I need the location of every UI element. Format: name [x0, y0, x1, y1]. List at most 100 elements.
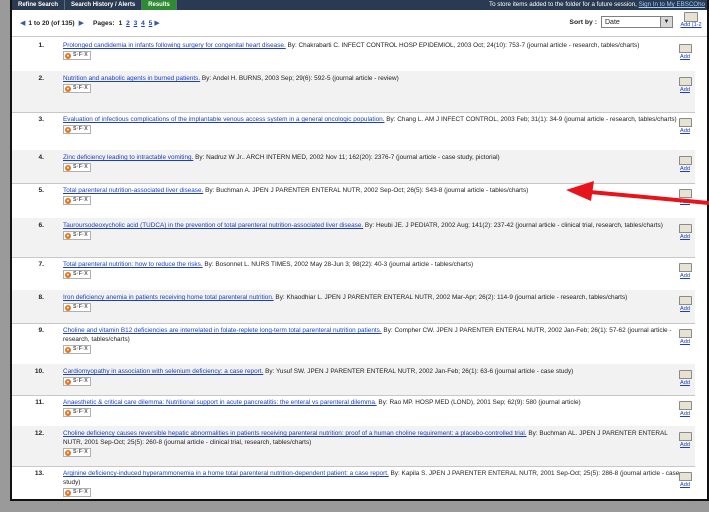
sfx-link-button[interactable]: ● S·F·X: [63, 377, 92, 386]
add-to-folder-button[interactable]: Add: [677, 222, 693, 240]
article-title-link[interactable]: Choline and vitamin B12 deficiencies are…: [63, 327, 382, 334]
sfx-icon: ●: [65, 409, 71, 416]
add-label: Add: [680, 234, 690, 240]
result-number: 12.: [34, 430, 44, 437]
add-label: Add: [680, 442, 690, 448]
sign-in-link[interactable]: Sign In to My EBSCOho: [639, 1, 705, 8]
article-title-link[interactable]: Total parenteral nutrition: how to reduc…: [63, 261, 203, 268]
folder-icon: [678, 118, 692, 127]
result-row: 1. Prolonged candidemia in infants follow…: [12, 38, 695, 72]
add-to-folder-button[interactable]: Add: [677, 430, 693, 448]
add-to-folder-button[interactable]: Add: [677, 75, 693, 93]
add-to-folder-button[interactable]: Add: [677, 187, 693, 205]
add-to-folder-button[interactable]: Add: [677, 116, 693, 134]
sort-select[interactable]: Date ▼: [601, 16, 673, 28]
result-number: 2.: [38, 75, 45, 82]
sfx-label: S·F·X: [73, 346, 89, 352]
result-number: 13.: [34, 470, 44, 477]
add-to-folder-button[interactable]: Add: [677, 42, 693, 60]
page-link-3[interactable]: 3: [134, 20, 138, 27]
article-title-link[interactable]: Tauroursodeoxycholic acid (TUDCA) in the…: [63, 222, 363, 229]
sfx-link-button[interactable]: ● S·F·X: [63, 448, 92, 457]
citation: Prolonged candidemia in infants followin…: [63, 41, 683, 60]
article-title-link[interactable]: Prolonged candidemia in infants followin…: [63, 42, 286, 49]
page-link-4[interactable]: 4: [141, 20, 145, 27]
folder-icon: [678, 189, 692, 198]
result-range: 1 to 20 (of 135): [28, 19, 75, 27]
sfx-icon: ●: [65, 378, 71, 385]
sfx-link-button[interactable]: ● S·F·X: [63, 345, 92, 354]
folder-icon: [678, 401, 692, 410]
add-label: Add: [680, 411, 690, 417]
citation: Evaluation of infectious complications o…: [63, 115, 683, 134]
add-to-folder-button[interactable]: Add: [677, 294, 693, 312]
result-number: 4.: [38, 154, 45, 161]
add-label: Add: [680, 128, 690, 134]
add-to-folder-button[interactable]: Add: [677, 399, 693, 417]
sfx-link-button[interactable]: ● S·F·X: [63, 163, 92, 172]
sfx-label: S·F·X: [73, 378, 89, 384]
sfx-link-button[interactable]: ● S·F·X: [63, 84, 92, 93]
sfx-link-button[interactable]: ● S·F·X: [63, 408, 92, 417]
article-title-link[interactable]: Iron deficiency anemia in patients recei…: [63, 294, 274, 301]
page-link-5[interactable]: 5: [149, 20, 153, 27]
article-title-link[interactable]: Arginine deficiency-induced hyperammonem…: [63, 470, 389, 477]
add-to-folder-button[interactable]: Add: [677, 368, 693, 386]
add-to-folder-button[interactable]: Add: [677, 261, 693, 279]
add-to-folder-button[interactable]: Add: [677, 470, 693, 488]
page-link-1[interactable]: 1: [119, 20, 123, 27]
result-number: 1.: [38, 42, 45, 49]
chevron-down-icon[interactable]: ▼: [660, 17, 672, 27]
result-row: 11. Anaesthetic & critical care dilemma: …: [12, 395, 695, 427]
result-number: 9.: [38, 327, 45, 334]
sfx-label: S·F·X: [73, 271, 89, 277]
sfx-label: S·F·X: [73, 85, 89, 91]
sfx-label: S·F·X: [73, 232, 89, 238]
sfx-label: S·F·X: [73, 449, 89, 455]
page-link-2[interactable]: 2: [126, 20, 130, 27]
article-title-link[interactable]: Cardiomyopathy in association with selen…: [63, 368, 263, 375]
next-page-icon[interactable]: ▶: [79, 19, 84, 27]
result-number: 8.: [38, 294, 45, 301]
citation: Iron deficiency anemia in patients recei…: [63, 293, 683, 312]
add-all-button[interactable]: Add (1-2: [675, 10, 707, 28]
sfx-link-button[interactable]: ● S·F·X: [63, 270, 92, 279]
article-title-link[interactable]: Nutrition and anabolic agents in burned …: [63, 75, 200, 82]
sfx-icon: ●: [65, 449, 71, 456]
pages-label: Pages:: [92, 19, 115, 27]
article-title-link[interactable]: Zinc deficiency leading to intractable v…: [63, 154, 193, 161]
tab-results[interactable]: Results: [142, 0, 177, 10]
article-title-link[interactable]: Anaesthetic & critical care dilemma: Nut…: [63, 399, 377, 406]
sfx-link-button[interactable]: ● S·F·X: [63, 196, 92, 205]
folder-icon: [678, 296, 692, 305]
result-row: 6. Tauroursodeoxycholic acid (TUDCA) in t…: [12, 218, 695, 258]
result-number: 7.: [38, 261, 45, 268]
sfx-link-button[interactable]: ● S·F·X: [63, 231, 92, 240]
sfx-label: S·F·X: [73, 52, 89, 58]
sfx-label: S·F·X: [73, 409, 89, 415]
sfx-icon: ●: [65, 489, 71, 496]
sort-select-value: Date: [605, 19, 620, 26]
article-title-link[interactable]: Choline deficiency causes reversible hep…: [63, 430, 527, 437]
sfx-icon: ●: [65, 164, 71, 171]
tab-refine-search[interactable]: Refine Search: [12, 0, 66, 10]
add-to-folder-button[interactable]: Add: [677, 327, 693, 345]
citation: Cardiomyopathy in association with selen…: [63, 367, 683, 386]
tab-search-history[interactable]: Search History / Alerts: [65, 0, 143, 10]
next-pages-icon[interactable]: ▶: [154, 19, 159, 27]
result-number: 11.: [35, 399, 44, 406]
add-label: Add: [680, 87, 690, 93]
sfx-link-button[interactable]: ● S·F·X: [63, 51, 92, 60]
sfx-link-button[interactable]: ● S·F·X: [63, 488, 92, 497]
sfx-label: S·F·X: [73, 164, 89, 170]
citation: Anaesthetic & critical care dilemma: Nut…: [63, 398, 683, 417]
folder-icon: [678, 44, 692, 53]
sfx-link-button[interactable]: ● S·F·X: [63, 303, 92, 312]
citation-details: By: Rao MP. HOSP MED (LOND), 2001 Sep; 6…: [376, 399, 581, 406]
sfx-link-button[interactable]: ● S·F·X: [63, 125, 92, 134]
previous-page-icon[interactable]: ◀: [20, 19, 25, 27]
add-to-folder-button[interactable]: Add: [677, 154, 693, 172]
sort-control: Sort by : Date ▼: [569, 16, 673, 28]
article-title-link[interactable]: Evaluation of infectious complications o…: [63, 116, 385, 123]
article-title-link[interactable]: Total parenteral nutrition-associated li…: [63, 187, 203, 194]
